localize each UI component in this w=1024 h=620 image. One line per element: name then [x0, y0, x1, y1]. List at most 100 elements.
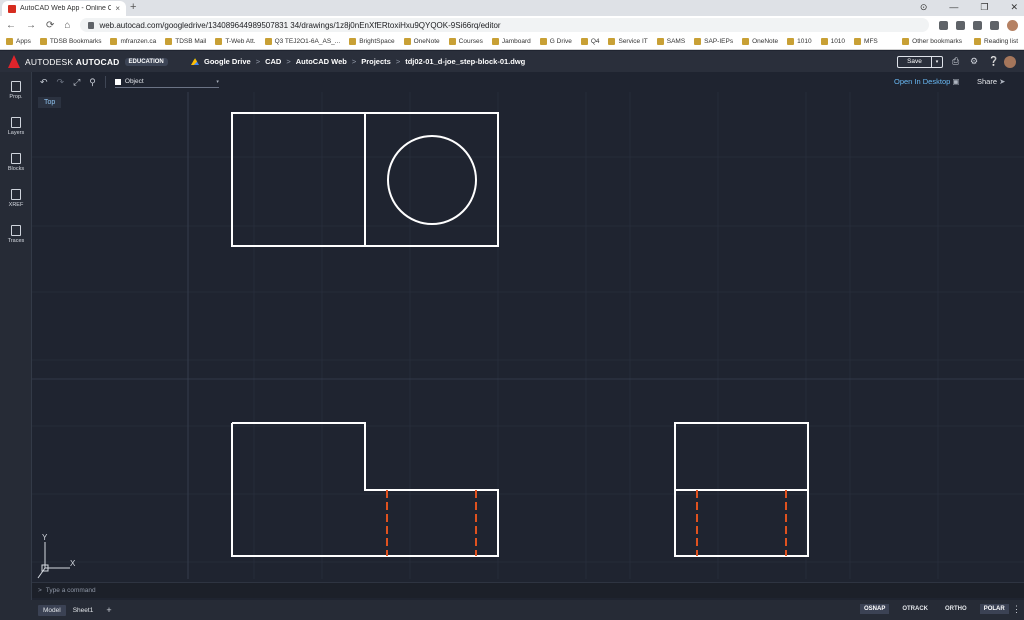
other-bookmarks[interactable]: Other bookmarks	[902, 38, 962, 45]
globe-icon	[110, 38, 118, 45]
minimize-button[interactable]: —	[949, 2, 958, 13]
bookmark-item[interactable]: TDSB Mail	[165, 38, 206, 45]
save-dropdown-icon[interactable]: ▾	[931, 57, 942, 67]
back-button[interactable]: ←	[6, 20, 16, 31]
share-button[interactable]: Share ➤	[977, 77, 1005, 86]
star-icon[interactable]	[939, 20, 948, 30]
front-view-outline[interactable]	[231, 422, 499, 557]
home-button[interactable]: ⌂	[64, 20, 70, 31]
puzzle-icon[interactable]	[990, 20, 999, 30]
bookmark-item[interactable]: mfranzen.ca	[110, 38, 156, 45]
layer-dropdown[interactable]: Object ▾	[114, 76, 219, 88]
sidebar-item-traces[interactable]: Traces	[0, 222, 32, 252]
reading-list[interactable]: Reading list	[974, 38, 1018, 45]
onenote-icon	[742, 38, 750, 45]
osnap-toggle[interactable]: OSNAP	[860, 604, 890, 614]
layer-color-swatch	[114, 78, 121, 85]
sidebar-item-blocks[interactable]: Blocks	[0, 150, 32, 180]
add-layout-button[interactable]: +	[106, 605, 111, 615]
address-bar: ← → ⟳ ⌂ web.autocad.com/googledrive/1340…	[0, 16, 1024, 34]
bookmark-item[interactable]: Courses	[448, 38, 483, 45]
bookmark-item[interactable]: OneNote	[742, 38, 778, 45]
tab-title: AutoCAD Web App - Online CAD	[20, 5, 112, 12]
more-options-icon[interactable]: ⋮	[1012, 604, 1021, 615]
profile-avatar[interactable]	[1007, 19, 1018, 31]
bookmark-item[interactable]: Q3 TEJ2O1-6A_AS_...	[264, 38, 340, 45]
tab-close-icon[interactable]: ×	[115, 4, 120, 13]
bookmarks-bar: Apps TDSB Bookmarks mfranzen.ca TDSB Mai…	[0, 34, 1024, 50]
front-view-hidden-lines[interactable]	[386, 490, 477, 556]
gmail-icon	[165, 38, 173, 45]
bookmark-item[interactable]: OneNote	[403, 38, 440, 45]
bookmark-item[interactable]: Service IT	[608, 38, 648, 45]
zoom-extents-icon[interactable]: ⤢	[73, 77, 80, 88]
breadcrumb-item[interactable]: Projects	[361, 57, 391, 66]
help-icon[interactable]: ❔	[988, 57, 999, 66]
breadcrumb-item[interactable]: CAD	[265, 57, 281, 66]
sidebar-item-layers[interactable]: Layers	[0, 114, 32, 144]
tab-sheet1[interactable]: Sheet1	[68, 605, 99, 616]
user-avatar[interactable]	[1004, 56, 1016, 68]
bookmark-item[interactable]: 1010	[820, 38, 845, 45]
bookmark-item[interactable]: BrightSpace	[349, 38, 395, 45]
side-view-hidden-lines[interactable]	[696, 490, 787, 556]
autocad-logo-icon	[8, 55, 20, 68]
open-in-desktop-button[interactable]: Open In Desktop ▣	[894, 77, 959, 86]
sidebar-item-xref[interactable]: XREF	[0, 186, 32, 216]
drawing-canvas[interactable]: Y X	[32, 92, 1024, 579]
command-input[interactable]: Type a command	[46, 587, 96, 594]
view-label[interactable]: Top	[38, 97, 62, 108]
grid	[32, 92, 1024, 579]
vimeo-icon[interactable]	[973, 20, 982, 30]
extension-icon[interactable]	[956, 20, 965, 30]
maximize-button[interactable]: ❐	[980, 2, 988, 13]
reading-list-icon	[974, 38, 982, 45]
folder-icon	[656, 38, 664, 45]
bookmark-apps[interactable]: Apps	[6, 38, 31, 45]
brightspace-icon	[349, 38, 357, 45]
window-controls: ⊙ — ❐ ✕	[920, 2, 1018, 13]
bookmark-item[interactable]: SAMS	[656, 38, 685, 45]
sidebar-item-properties[interactable]: Prop.	[0, 78, 32, 108]
bookmark-item[interactable]: Jamboard	[491, 38, 531, 45]
bookmark-item[interactable]: T-Web Att.	[215, 38, 256, 45]
bookmark-item[interactable]: G Drive	[539, 38, 572, 45]
otrack-toggle[interactable]: OTRACK	[898, 604, 932, 614]
left-sidebar: Prop. Layers Blocks XREF Traces	[0, 72, 32, 620]
print-icon[interactable]: ⎙	[952, 57, 961, 66]
url-text: web.autocad.com/googledrive/134089644989…	[99, 20, 501, 30]
bookmark-item[interactable]: 1010	[787, 38, 812, 45]
reload-button[interactable]: ⟳	[46, 20, 54, 31]
onenote-icon	[403, 38, 411, 45]
tab-model[interactable]: Model	[38, 604, 66, 616]
redo-icon[interactable]: ↷	[57, 77, 65, 88]
breadcrumb-item[interactable]: AutoCAD Web	[296, 57, 347, 66]
close-window-button[interactable]: ✕	[1010, 2, 1018, 13]
bookmark-item[interactable]: Q4	[580, 38, 599, 45]
url-field[interactable]: web.autocad.com/googledrive/134089644989…	[80, 18, 929, 32]
zoom-window-icon[interactable]: ⚲	[89, 77, 96, 88]
save-label[interactable]: Save	[898, 57, 931, 67]
gear-icon[interactable]: ⚙	[970, 57, 979, 66]
command-line[interactable]: > Type a command	[32, 582, 1024, 598]
save-button[interactable]: Save ▾	[897, 56, 943, 68]
browser-tab[interactable]: AutoCAD Web App - Online CAD ×	[2, 1, 126, 16]
bookmark-item[interactable]: TDSB Bookmarks	[39, 38, 101, 45]
web-icon	[215, 38, 223, 45]
front-view[interactable]	[231, 422, 499, 557]
layers-icon	[11, 117, 21, 128]
forward-button[interactable]: →	[26, 20, 36, 31]
top-view-hole[interactable]	[387, 135, 477, 225]
profile-icon[interactable]: ⊙	[920, 2, 928, 13]
side-view[interactable]	[674, 422, 809, 557]
layer-value: Object	[124, 78, 144, 85]
bookmark-item[interactable]: SAP-IEPs	[694, 38, 733, 45]
undo-icon[interactable]: ↶	[40, 77, 48, 88]
new-tab-button[interactable]: +	[130, 1, 136, 13]
ortho-toggle[interactable]: ORTHO	[941, 604, 971, 614]
file-name: tdj02-01_d-joe_step-block-01.dwg	[405, 57, 526, 66]
breadcrumb-item[interactable]: Google Drive	[204, 57, 251, 66]
autocad-favicon-icon	[8, 4, 16, 13]
bookmark-item[interactable]: MFS	[854, 38, 878, 45]
polar-toggle[interactable]: POLAR	[979, 604, 1009, 614]
